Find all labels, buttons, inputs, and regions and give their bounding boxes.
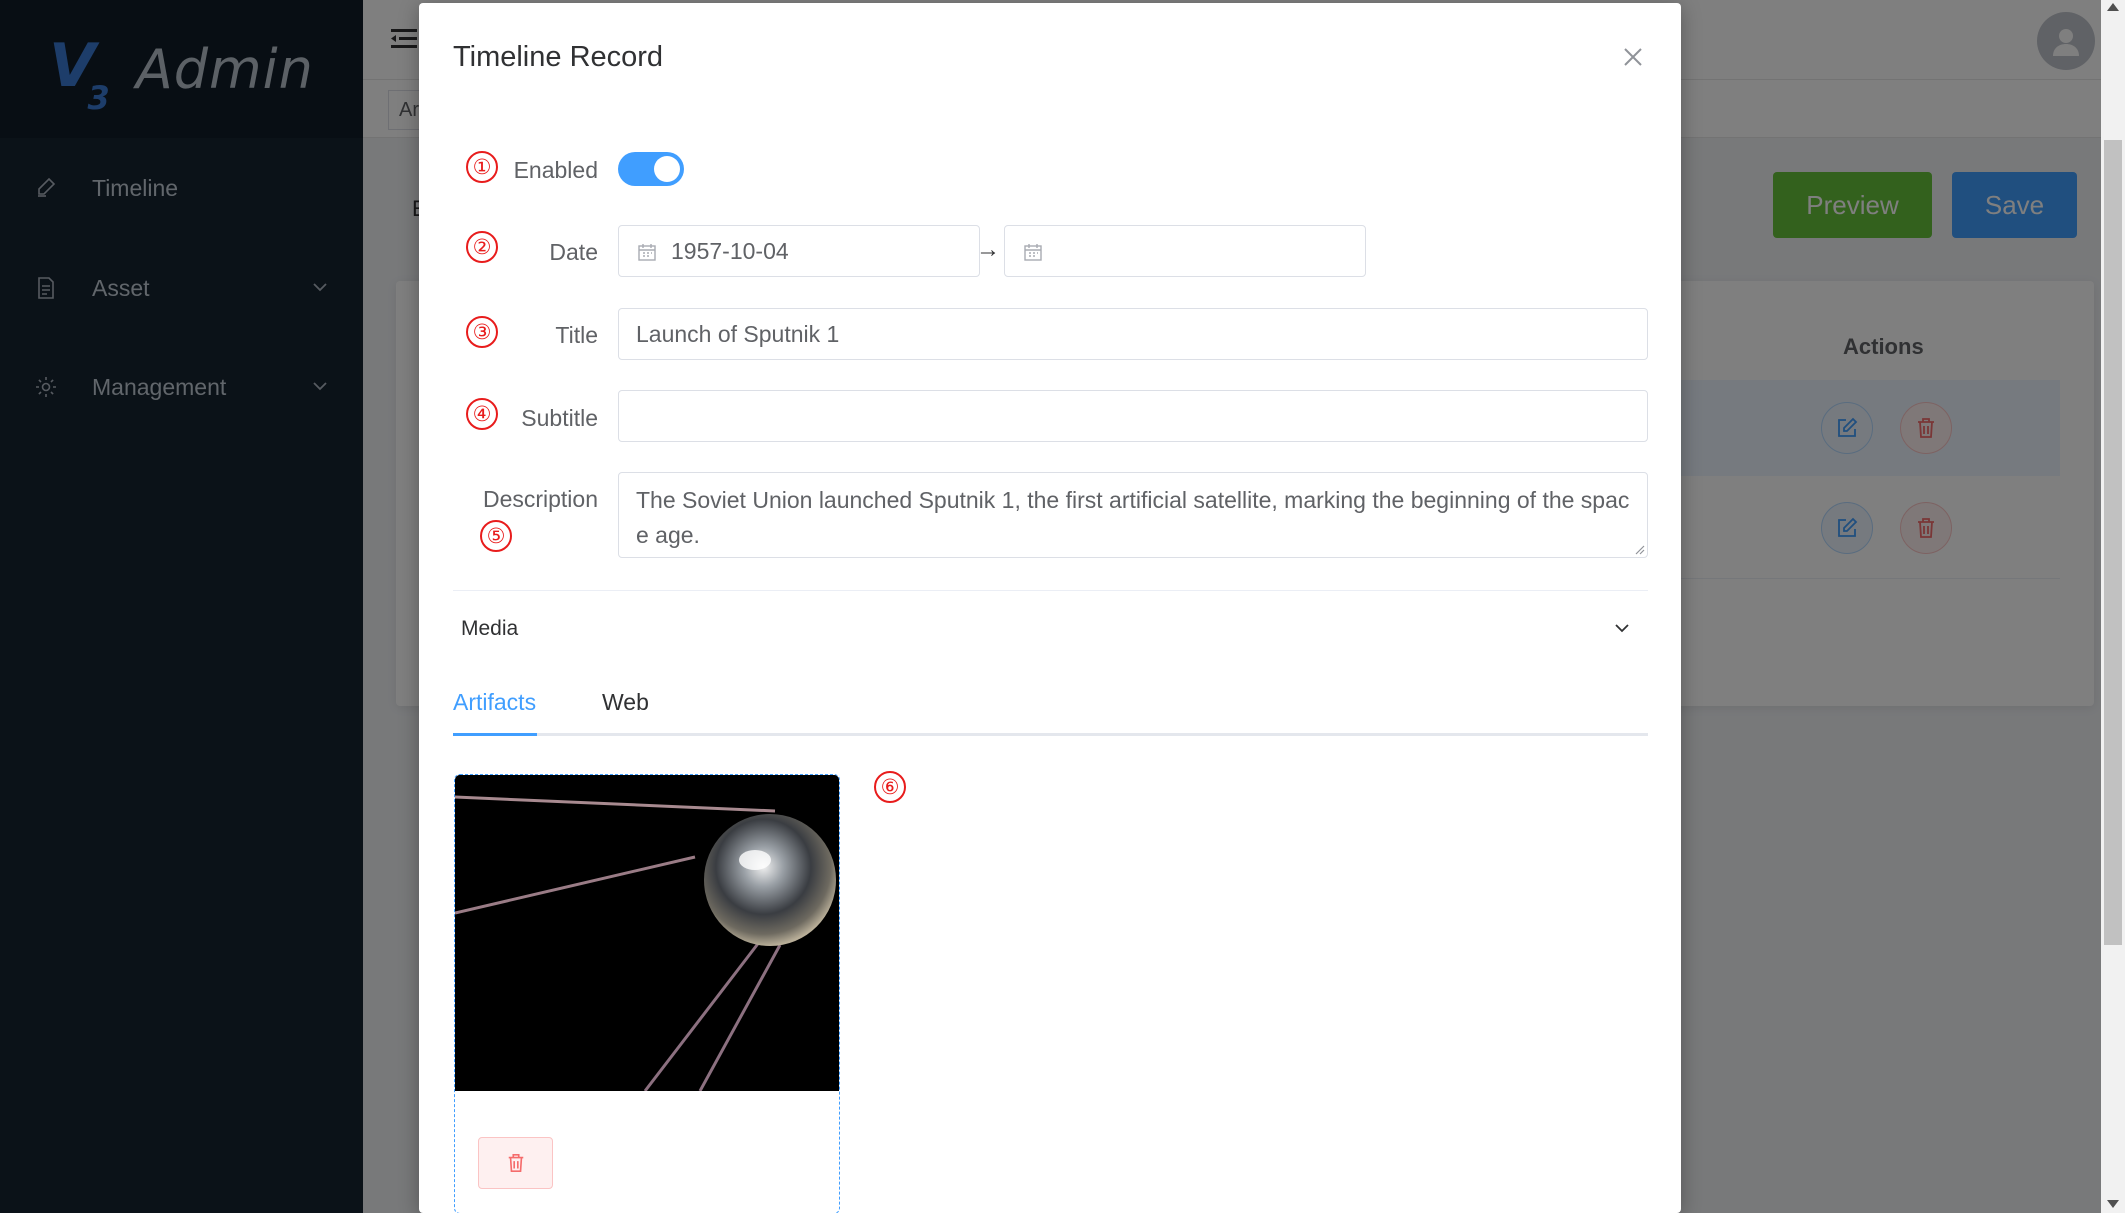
annotation-marker-6: ⑥ bbox=[874, 771, 906, 803]
enabled-switch[interactable] bbox=[618, 152, 684, 186]
annotation-marker-5: ⑤ bbox=[480, 520, 512, 552]
page-scrollbar[interactable] bbox=[2101, 0, 2125, 1213]
resize-handle-icon[interactable] bbox=[1633, 543, 1645, 555]
calendar-icon bbox=[638, 244, 656, 261]
dialog-title: Timeline Record bbox=[453, 41, 664, 73]
close-icon[interactable] bbox=[1621, 45, 1645, 69]
media-collapse-header[interactable]: Media bbox=[461, 617, 518, 641]
date-range-separator: → bbox=[976, 236, 1000, 263]
subtitle-label: Subtitle bbox=[521, 405, 598, 431]
tab-artifacts[interactable]: Artifacts bbox=[453, 689, 536, 716]
artifact-card[interactable] bbox=[454, 774, 840, 1213]
chevron-down-icon[interactable] bbox=[1612, 618, 1632, 638]
annotation-marker-3: ③ bbox=[466, 316, 498, 348]
tabs-nav-line bbox=[453, 733, 1648, 736]
calendar-icon bbox=[1024, 244, 1042, 261]
description-label: Description bbox=[482, 486, 598, 512]
switch-knob bbox=[654, 156, 680, 182]
tab-active-indicator bbox=[453, 733, 537, 736]
annotation-marker-2: ② bbox=[466, 231, 498, 263]
date-start-value: 1957-10-04 bbox=[671, 237, 789, 264]
scrollbar-thumb[interactable] bbox=[2104, 140, 2122, 945]
trash-icon bbox=[508, 1154, 523, 1172]
enabled-label: Enabled bbox=[513, 157, 598, 183]
date-label: Date bbox=[549, 239, 598, 265]
date-start-input[interactable]: 1957-10-04 bbox=[618, 225, 980, 277]
date-end-input[interactable] bbox=[1004, 225, 1366, 277]
title-input[interactable]: Launch of Sputnik 1 bbox=[618, 308, 1648, 360]
scroll-down-arrow-icon[interactable] bbox=[2107, 1200, 2119, 1208]
subtitle-input[interactable] bbox=[618, 390, 1648, 442]
scroll-up-arrow-icon[interactable] bbox=[2107, 3, 2119, 11]
title-value: Launch of Sputnik 1 bbox=[636, 320, 840, 347]
annotation-marker-4: ④ bbox=[466, 398, 498, 430]
title-label: Title bbox=[555, 322, 598, 348]
artifact-delete-button[interactable] bbox=[478, 1137, 553, 1189]
section-divider bbox=[453, 590, 1648, 591]
description-textarea[interactable]: The Soviet Union launched Sputnik 1, the… bbox=[618, 472, 1648, 558]
sputnik-image bbox=[455, 775, 839, 1091]
description-value: The Soviet Union launched Sputnik 1, the… bbox=[636, 487, 1630, 548]
annotation-marker-1: ① bbox=[466, 151, 498, 183]
tab-web[interactable]: Web bbox=[602, 689, 649, 716]
timeline-record-dialog: Timeline Record ① Enabled ② Date 1957-10… bbox=[419, 3, 1681, 1213]
